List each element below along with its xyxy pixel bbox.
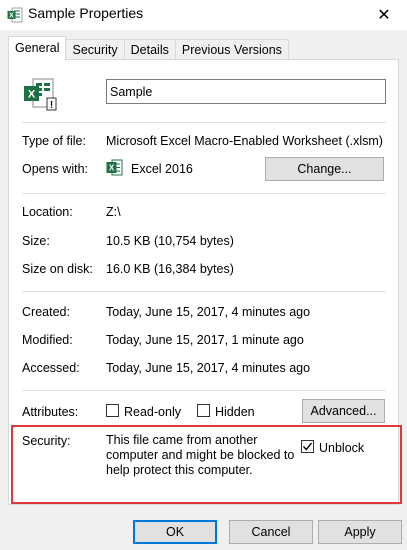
opens-with-value: Excel 2016 xyxy=(131,162,193,176)
advanced-button[interactable]: Advanced... xyxy=(302,399,385,423)
excel-macro-file-icon: X ! xyxy=(24,78,57,111)
accessed-value: Today, June 15, 2017, 4 minutes ago xyxy=(106,361,311,375)
type-of-file-value: Microsoft Excel Macro-Enabled Worksheet … xyxy=(106,134,383,148)
created-value: Today, June 15, 2017, 4 minutes ago xyxy=(106,305,311,319)
file-name-input[interactable] xyxy=(106,79,386,104)
separator xyxy=(22,291,386,292)
readonly-label: Read-only xyxy=(124,405,181,419)
close-button[interactable]: ✕ xyxy=(361,0,407,30)
excel-file-icon: X xyxy=(7,7,23,23)
close-icon: ✕ xyxy=(377,7,391,24)
modified-value: Today, June 15, 2017, 1 minute ago xyxy=(106,333,304,347)
title-bar: X Sample Properties ✕ xyxy=(0,0,407,30)
location-value: Z:\ xyxy=(106,205,121,219)
tab-general[interactable]: General xyxy=(8,36,67,60)
unblock-checkbox[interactable] xyxy=(301,440,314,453)
window-title: Sample Properties xyxy=(28,5,144,21)
accessed-label: Accessed: xyxy=(22,361,80,375)
security-label: Security: xyxy=(22,434,71,448)
readonly-checkbox[interactable] xyxy=(106,404,119,417)
size-label: Size: xyxy=(22,234,50,248)
separator xyxy=(22,193,386,194)
opens-with-label: Opens with: xyxy=(22,162,89,176)
tab-strip: General Security Details Previous Versio… xyxy=(8,36,289,60)
separator xyxy=(22,122,386,123)
size-on-disk-value: 16.0 KB (16,384 bytes) xyxy=(106,262,234,276)
svg-text:X: X xyxy=(9,13,14,20)
security-message: This file came from another computer and… xyxy=(106,433,295,477)
apply-button[interactable]: Apply xyxy=(318,520,402,544)
svg-text:X: X xyxy=(109,164,115,173)
svg-text:X: X xyxy=(28,89,36,101)
checkmark-icon xyxy=(302,442,313,451)
modified-label: Modified: xyxy=(22,333,73,347)
unblock-label: Unblock xyxy=(319,441,365,455)
ok-button[interactable]: OK xyxy=(133,520,217,544)
excel-app-icon: X xyxy=(106,159,123,176)
tab-details[interactable]: Details xyxy=(123,39,176,60)
size-on-disk-label: Size on disk: xyxy=(22,262,93,276)
tab-previous-versions[interactable]: Previous Versions xyxy=(174,39,289,60)
cancel-button[interactable]: Cancel xyxy=(229,520,313,544)
hidden-checkbox[interactable] xyxy=(197,404,210,417)
type-of-file-label: Type of file: xyxy=(22,134,86,148)
separator xyxy=(22,390,386,391)
svg-text:!: ! xyxy=(50,100,53,111)
created-label: Created: xyxy=(22,305,70,319)
location-label: Location: xyxy=(22,205,73,219)
tab-security[interactable]: Security xyxy=(65,39,125,60)
size-value: 10.5 KB (10,754 bytes) xyxy=(106,234,234,248)
change-button[interactable]: Change... xyxy=(265,157,384,181)
hidden-label: Hidden xyxy=(215,405,255,419)
attributes-label: Attributes: xyxy=(22,405,79,419)
